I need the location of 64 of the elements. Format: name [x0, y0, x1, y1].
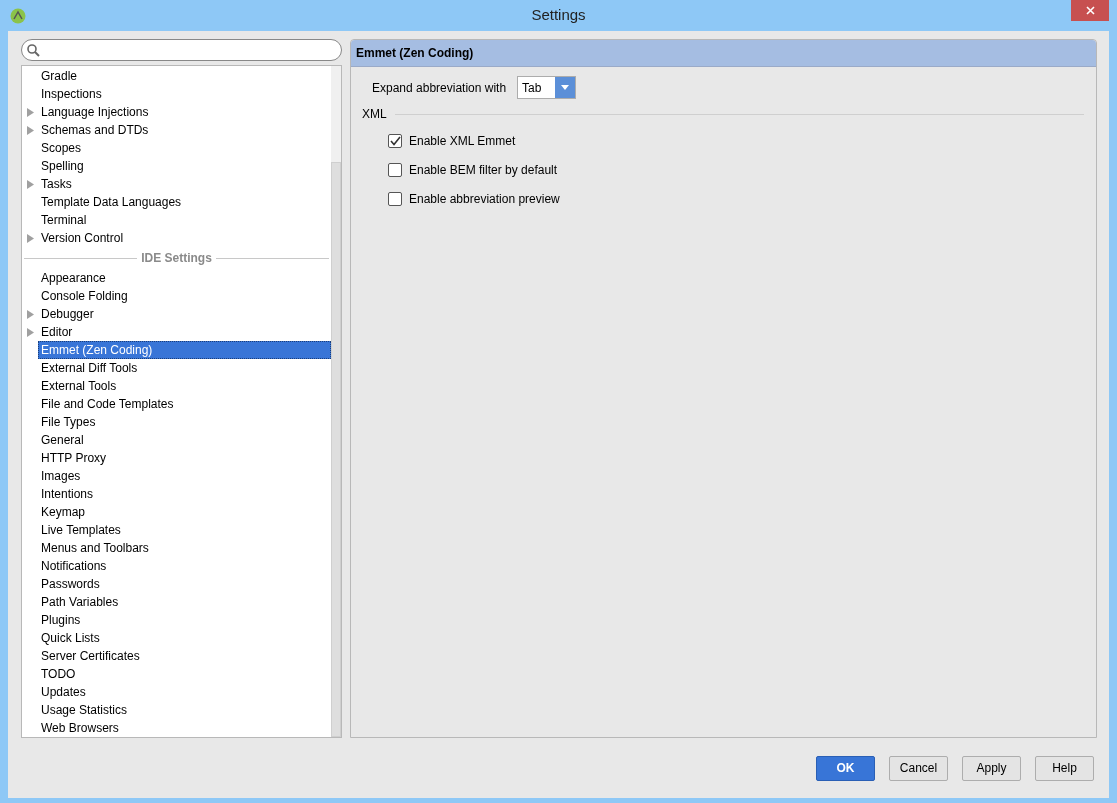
dialog-button[interactable]: Cancel: [889, 755, 948, 781]
tree-item[interactable]: Tasks: [38, 175, 331, 193]
tree-item[interactable]: Spelling: [38, 157, 331, 175]
tree-item[interactable]: Updates: [38, 683, 331, 701]
close-button[interactable]: [1071, 0, 1109, 21]
tree-item[interactable]: Terminal: [38, 211, 331, 229]
tree-item[interactable]: Images: [38, 467, 331, 485]
dialog-button[interactable]: Help: [1035, 755, 1094, 781]
field-label: Expand abbreviation with: [372, 79, 507, 97]
checkbox[interactable]: [388, 162, 402, 177]
search-icon: [27, 43, 40, 57]
expand-arrow-icon[interactable]: [26, 233, 34, 243]
tree-item[interactable]: Inspections: [38, 85, 331, 103]
expand-arrow-icon[interactable]: [26, 327, 34, 337]
tree-item[interactable]: Version Control: [38, 229, 331, 247]
tree-item[interactable]: Notifications: [38, 557, 331, 575]
caret-icon: [561, 85, 570, 90]
checkbox[interactable]: [388, 133, 402, 148]
tree-item[interactable]: HTTP Proxy: [38, 449, 331, 467]
expand-arrow-icon[interactable]: [26, 125, 34, 135]
section-heading: IDE Settings: [140, 250, 213, 267]
tree-item[interactable]: Language Injections: [38, 103, 331, 121]
tree-item[interactable]: Web Browsers: [38, 719, 331, 737]
tree-item[interactable]: Plugins: [38, 611, 331, 629]
tree-item[interactable]: External Diff Tools: [38, 359, 331, 377]
search-field[interactable]: [21, 39, 342, 61]
expand-arrow-icon[interactable]: [26, 309, 34, 319]
tree-item[interactable]: Usage Statistics: [38, 701, 331, 719]
tree-item[interactable]: Appearance: [38, 269, 331, 287]
tree-item[interactable]: Keymap: [38, 503, 331, 521]
tree-item[interactable]: File Types: [38, 413, 331, 431]
tree-item[interactable]: Server Certificates: [38, 647, 331, 665]
tree-item[interactable]: Console Folding: [38, 287, 331, 305]
close-icon: [1085, 6, 1095, 15]
tree-item[interactable]: Menus and Toolbars: [38, 539, 331, 557]
group-label: XML: [362, 106, 387, 123]
tree-item[interactable]: Schemas and DTDs: [38, 121, 331, 139]
tree-item[interactable]: Editor: [38, 323, 331, 341]
tree-item[interactable]: Intentions: [38, 485, 331, 503]
tree-item[interactable]: TODO: [38, 665, 331, 683]
checkbox-label: Enable abbreviation preview: [409, 190, 560, 208]
tree-item[interactable]: Live Templates: [38, 521, 331, 539]
expand-arrow-icon[interactable]: [26, 179, 34, 189]
tree-item[interactable]: General: [38, 431, 331, 449]
tree-item[interactable]: Gradle: [38, 67, 331, 85]
window-title: Settings: [531, 5, 586, 26]
checkbox-label: Enable XML Emmet: [409, 132, 516, 150]
dialog-button[interactable]: Apply: [962, 755, 1021, 781]
tree-item[interactable]: Quick Lists: [38, 629, 331, 647]
tree-item[interactable]: Passwords: [38, 575, 331, 593]
dialog-button[interactable]: OK: [816, 755, 875, 781]
tree-item[interactable]: Template Data Languages: [38, 193, 331, 211]
checkbox[interactable]: [388, 191, 402, 206]
expand-arrow-icon[interactable]: [26, 107, 34, 117]
tree-item[interactable]: Scopes: [38, 139, 331, 157]
scrollbar[interactable]: [331, 66, 341, 737]
panel-header: Emmet (Zen Coding): [351, 40, 1096, 67]
tree-item[interactable]: Debugger: [38, 305, 331, 323]
tree-item[interactable]: Path Variables: [38, 593, 331, 611]
tree-item[interactable]: File and Code Templates: [38, 395, 331, 413]
checkbox-label: Enable BEM filter by default: [409, 161, 558, 179]
dropdown[interactable]: Tab: [517, 76, 577, 99]
tree-item[interactable]: External Tools: [38, 377, 331, 395]
tree-item[interactable]: Emmet (Zen Coding): [38, 341, 331, 359]
